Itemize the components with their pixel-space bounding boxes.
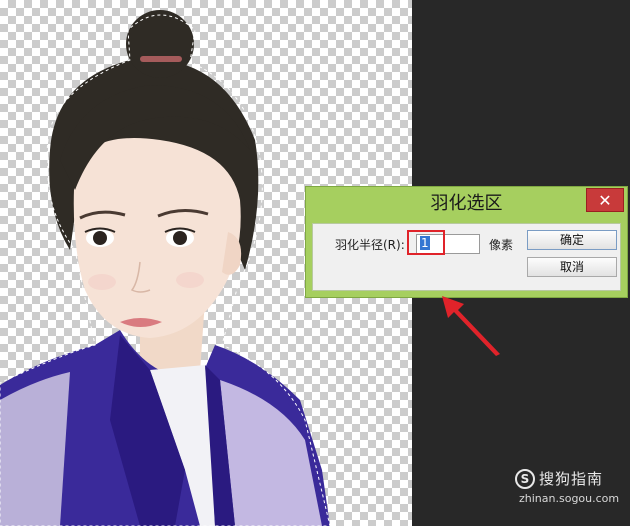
feather-selection-dialog: 羽化选区 ✕ 羽化半径(R): 1 像素 确定 取消 (305, 186, 628, 298)
dialog-client-area: 羽化半径(R): 1 像素 确定 取消 (312, 223, 621, 291)
watermark-url: zhinan.sogou.com (519, 492, 620, 505)
ok-button[interactable]: 确定 (527, 230, 617, 250)
pixel-unit-label: 像素 (489, 238, 514, 252)
annotation-arrow-icon (442, 296, 500, 356)
sogou-watermark: S 搜狗指南 zhinan.sogou.com (515, 466, 625, 516)
sogou-logo-icon: S (515, 469, 535, 489)
watermark-text: 搜狗指南 (539, 470, 604, 488)
annotation-highlight-box (407, 230, 445, 255)
feather-radius-label: 羽化半径(R): (335, 238, 405, 252)
close-icon: ✕ (598, 191, 612, 210)
cancel-button[interactable]: 取消 (527, 257, 617, 277)
dialog-title: 羽化选区 (430, 193, 503, 214)
close-button[interactable]: ✕ (586, 188, 624, 212)
